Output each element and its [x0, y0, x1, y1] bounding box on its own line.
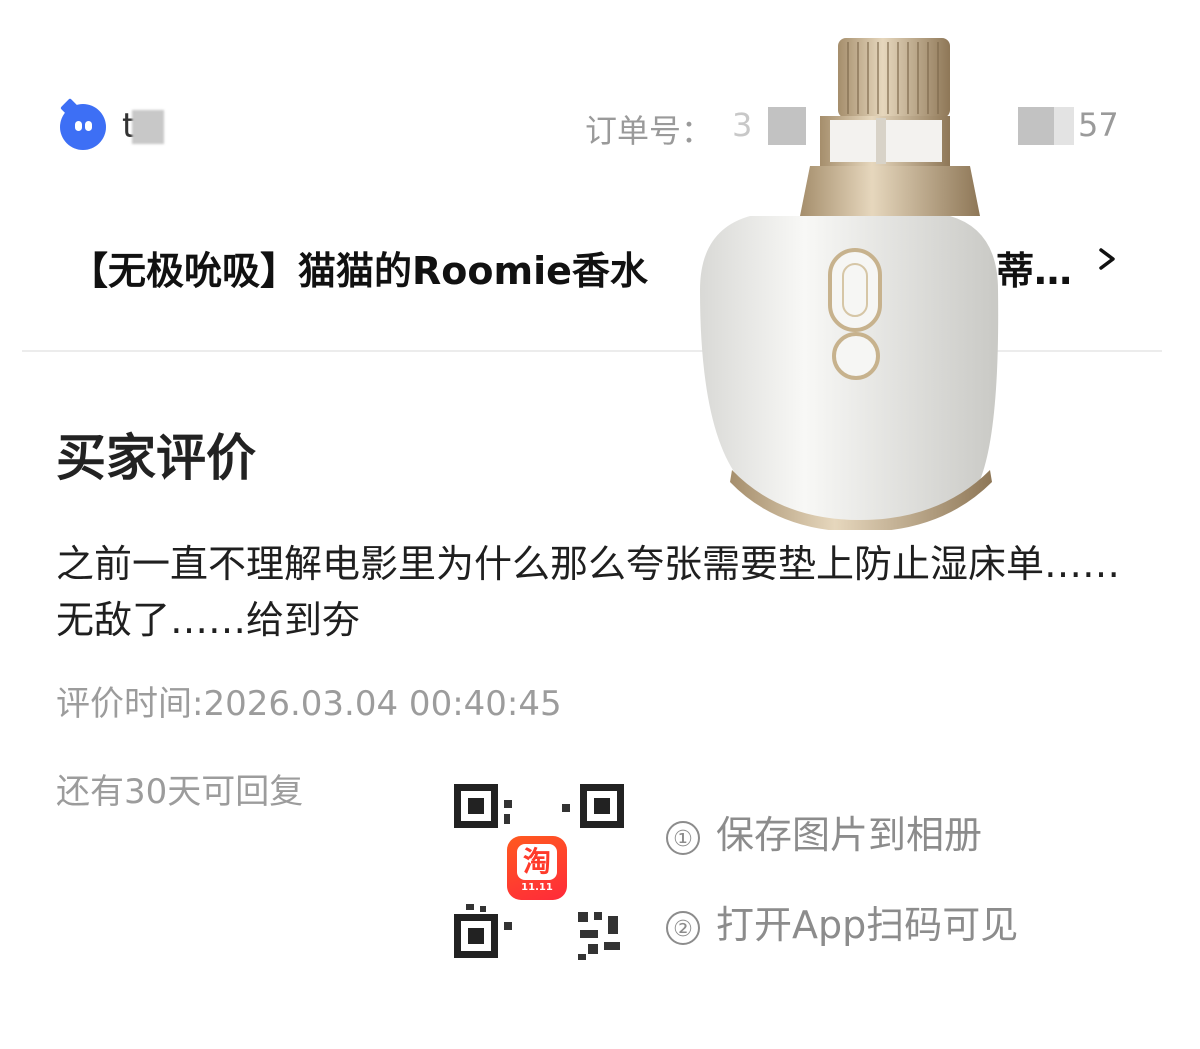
step-number-1: ①	[666, 820, 700, 855]
step-label: 打开App扫码可见	[716, 903, 1019, 947]
product-title[interactable]: 【无极吮吸】猫猫的Roomie香水	[70, 240, 648, 295]
step-label: 保存图片到相册	[716, 813, 983, 857]
qr-step-save: ① 保存图片到相册	[666, 804, 982, 859]
buyer-review-heading: 买家评价	[56, 429, 256, 487]
step-number-2: ②	[666, 910, 700, 945]
order-number-redaction	[1054, 107, 1074, 145]
qr-step-scan: ② 打开App扫码可见	[666, 894, 1018, 949]
review-text: 之前一直不理解电影里为什么那么夸张需要垫上防止湿床单……无敌了……给到夯	[56, 542, 1121, 642]
product-image	[700, 38, 999, 530]
taobao-app-icon: 淘 11.11	[507, 836, 567, 900]
order-number-suffix: 57	[1078, 106, 1119, 144]
shop-avatar-icon[interactable]	[60, 98, 106, 150]
reply-remaining[interactable]: 还有30天可回复	[56, 764, 303, 813]
chevron-right-icon[interactable]	[1096, 248, 1118, 270]
shop-name-redaction	[132, 110, 164, 144]
review-time: 评价时间:2026.03.04 00:40:45	[56, 684, 562, 724]
order-number-redaction	[1018, 107, 1056, 145]
